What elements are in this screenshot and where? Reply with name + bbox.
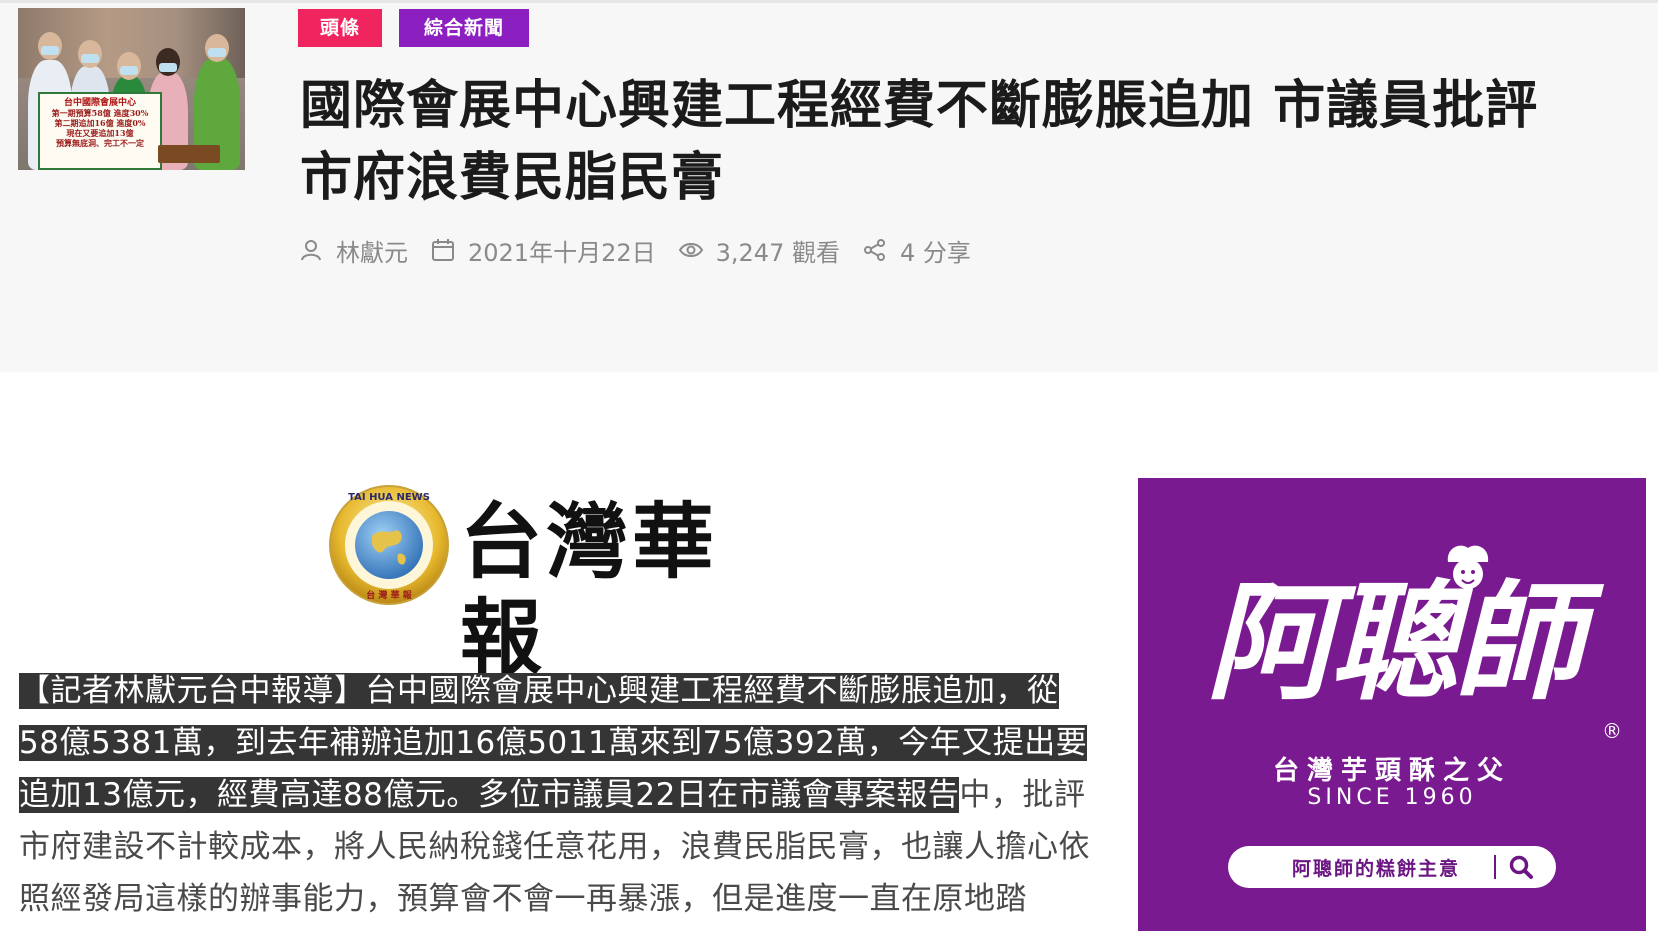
registered-mark: ® [1602, 719, 1622, 743]
sign-line: 台中國際會展中心 [63, 98, 136, 108]
article-body: 【記者林獻元台中報導】台中國際會展中心興建工程經費不斷膨脹追加，從58億5381… [19, 665, 1094, 925]
search-icon[interactable] [1508, 854, 1534, 880]
publish-date: 2021年十月22日 [468, 238, 656, 267]
category-tag-general-news[interactable]: 綜合新聞 [399, 9, 529, 47]
article-title: 國際會展中心興建工程經費不斷膨脹追加 市議員批評 市府浪費民脂民膏 [300, 70, 1620, 214]
article-meta: 林獻元 2021年十月22日 3,247 觀看 4 分享 [298, 232, 993, 268]
face-mask [81, 54, 99, 63]
newspaper-name: 台灣華報 [460, 495, 719, 686]
eye-icon [678, 243, 703, 257]
newspaper-logo: TAI HUA NEWS 台 灣 華 報 台灣華報 [328, 481, 768, 686]
user-icon [301, 240, 321, 261]
emblem-top-text: TAI HUA NEWS [348, 492, 430, 503]
face-mask [120, 66, 138, 75]
face-mask [159, 63, 177, 72]
view-count: 3,247 觀看 [715, 238, 840, 267]
category-tag-headline[interactable]: 頭條 [298, 9, 382, 47]
share-count[interactable]: 4 分享 [900, 233, 971, 268]
sign-line: 預算無底洞、完工不一定 [56, 138, 144, 148]
article-title-line: 國際會展中心興建工程經費不斷膨脹追加 市議員批評 [300, 76, 1539, 136]
sign-line: 第一期預算58億 進度30% [51, 108, 149, 118]
author-link[interactable]: 林獻元 [336, 233, 408, 268]
selected-text[interactable]: 【記者林獻元台中報導】台中國際會展中心興建工程經費不斷膨脹追加，從58億5381… [19, 673, 1088, 813]
name-plate [158, 145, 220, 163]
calendar-icon [432, 239, 454, 261]
share-icon [863, 239, 885, 261]
ad-since: SINCE 1960 [1307, 785, 1477, 810]
sign-line: 現在又要追加13億 [66, 128, 134, 138]
sidebar-advertisement[interactable]: 阿聰師 ® 台灣芋頭酥之父 SINCE 1960 阿聰師的糕餅主意 [1138, 478, 1646, 931]
protest-sign: 台中國際會展中心 第一期預算58億 進度30% 第二期追加16億 進度0% 現在… [38, 92, 162, 170]
ad-search-bar[interactable]: 阿聰師的糕餅主意 [1228, 846, 1556, 888]
article-thumbnail[interactable]: 台中國際會展中心 第一期預算58億 進度30% 第二期追加16億 進度0% 現在… [18, 8, 245, 170]
ad-search-label: 阿聰師的糕餅主意 [1291, 857, 1460, 880]
face-mask [41, 46, 59, 55]
article-title-line: 市府浪費民脂民膏 [300, 148, 725, 208]
ad-slogan: 台灣芋頭酥之父 [1272, 756, 1511, 786]
newspaper-emblem-icon: TAI HUA NEWS 台 灣 華 報 [329, 485, 449, 605]
ad-brand-name: 阿聰師 [1205, 568, 1582, 718]
emblem-bottom-text: 台 灣 華 報 [366, 589, 412, 601]
face-mask [208, 48, 226, 57]
search-divider [1494, 855, 1496, 879]
sign-line: 第二期追加16億 進度0% [54, 118, 146, 128]
